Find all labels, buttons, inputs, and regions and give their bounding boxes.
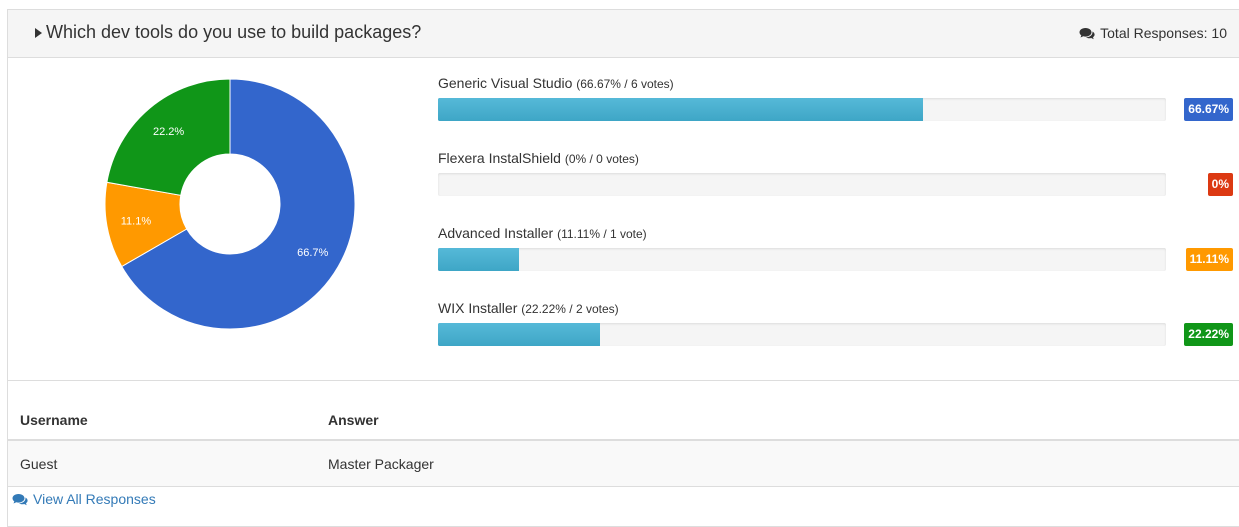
table-row: Guest Master Packager [8, 441, 1239, 487]
option-detail: (0% / 0 votes) [564, 152, 639, 166]
option-label: Advanced Installer (11.11% / 1 vote) [438, 223, 1233, 243]
progress-bar [438, 173, 1166, 196]
progress-bar-fill [438, 98, 924, 121]
comments-icon [1079, 27, 1095, 39]
pie-slice-label: 66.7% [297, 247, 328, 259]
percent-badge: 0% [1207, 173, 1233, 196]
percent-badge: 22.22% [1184, 323, 1233, 346]
view-all-responses-link[interactable]: View All Responses [12, 491, 156, 507]
result-item: Generic Visual Studio (66.67% / 6 votes)… [438, 73, 1233, 148]
progress-bar [438, 248, 1166, 271]
view-all-responses-text[interactable]: View All Responses [33, 491, 156, 507]
option-label: Flexera InstalShield (0% / 0 votes) [438, 148, 1233, 168]
responses-table: Username Answer Guest Master Packager [8, 380, 1239, 487]
result-item: WIX Installer (22.22% / 2 votes) 22.22% [438, 298, 1233, 373]
percent-badge: 11.11% [1185, 248, 1233, 271]
option-label: Generic Visual Studio (66.67% / 6 votes) [438, 73, 1233, 93]
total-responses: Total Responses: 10 [1079, 25, 1227, 41]
option-label: WIX Installer (22.22% / 2 votes) [438, 298, 1233, 318]
progress-bar-fill [438, 248, 519, 271]
option-name: Generic Visual Studio [438, 75, 577, 91]
progress-bar [438, 98, 1166, 121]
caret-right-icon[interactable] [35, 28, 42, 38]
donut-chart: 66.7% 11.1% 22.2% [104, 78, 356, 330]
comments-icon [12, 493, 28, 505]
column-answer: Answer [328, 412, 379, 428]
progress-bar [438, 323, 1166, 346]
progress-bar-fill [438, 323, 600, 346]
option-detail: (66.67% / 6 votes) [576, 77, 674, 91]
table-header: Username Answer [8, 380, 1239, 441]
panel-heading[interactable]: Which dev tools do you use to build pack… [8, 10, 1239, 58]
option-name: Advanced Installer [438, 225, 558, 241]
pie-slice-label: 22.2% [153, 126, 184, 138]
option-detail: (11.11% / 1 vote) [557, 227, 647, 241]
column-username: Username [20, 412, 88, 428]
cell-username: Guest [20, 456, 58, 472]
result-item: Flexera InstalShield (0% / 0 votes) 0% [438, 148, 1233, 223]
question-title[interactable]: Which dev tools do you use to build pack… [46, 22, 421, 43]
option-detail: (22.22% / 2 votes) [521, 302, 619, 316]
pie-slice-label: 11.1% [121, 216, 152, 228]
result-item: Advanced Installer (11.11% / 1 vote) 11.1… [438, 223, 1233, 298]
results-bars: Generic Visual Studio (66.67% / 6 votes)… [438, 73, 1233, 373]
total-responses-text: Total Responses: 10 [1100, 25, 1227, 41]
donut-chart-svg: 66.7% 11.1% 22.2% [104, 78, 356, 330]
cell-answer: Master Packager [328, 456, 434, 472]
option-name: WIX Installer [438, 300, 522, 316]
percent-badge: 66.67% [1184, 98, 1233, 121]
poll-panel: Which dev tools do you use to build pack… [7, 9, 1239, 527]
results-area: 66.7% 11.1% 22.2% Generic Visual Studio (6… [8, 58, 1239, 380]
option-name: Flexera InstalShield [438, 150, 565, 166]
